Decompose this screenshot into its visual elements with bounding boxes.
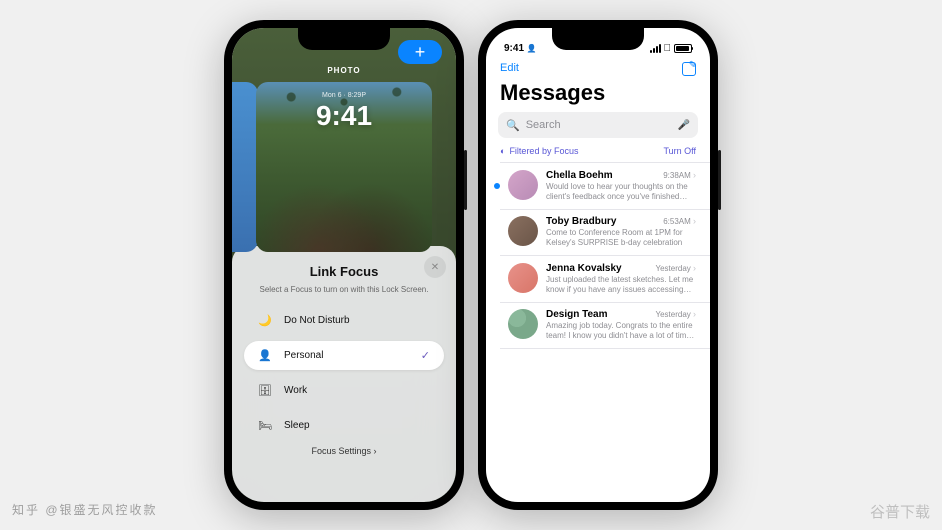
thread-time: Yesterday › bbox=[655, 263, 696, 273]
unread-dot bbox=[494, 183, 500, 189]
thread-time: Yesterday › bbox=[655, 309, 696, 319]
page-title: Messages bbox=[486, 78, 710, 112]
nav-bar: Edit bbox=[486, 56, 710, 78]
thread-name: Chella Boehm bbox=[546, 170, 613, 181]
notch bbox=[552, 28, 644, 50]
focus-option-label: Do Not Disturb bbox=[284, 315, 350, 326]
turn-off-button[interactable]: Turn Off bbox=[663, 146, 696, 156]
watermarks: 知乎 @银盛无风控收款 谷普下载 bbox=[0, 501, 942, 522]
avatar bbox=[508, 170, 538, 200]
thread-row[interactable]: Design Team Yesterday › Amazing job today.… bbox=[486, 302, 710, 348]
chevron-right-icon: › bbox=[693, 170, 696, 180]
thread-preview: Come to Conference Room at 1PM for Kelse… bbox=[546, 228, 696, 248]
battery-icon bbox=[674, 44, 692, 53]
focus-indicator-icon: 👤 bbox=[527, 44, 537, 53]
edit-button[interactable]: Edit bbox=[500, 62, 519, 76]
focus-option-icon: 👤 bbox=[258, 349, 272, 362]
focus-option-icon: 🗄 bbox=[258, 384, 272, 397]
thread-name: Jenna Kovalsky bbox=[546, 263, 622, 274]
focus-sheet-title: Link Focus bbox=[244, 264, 444, 279]
search-icon: 🔍 bbox=[506, 119, 520, 132]
focus-option-do-not-disturb[interactable]: 🌙 Do Not Disturb bbox=[244, 306, 444, 335]
focus-option-personal[interactable]: 👤 Personal ✓ bbox=[244, 341, 444, 370]
thread-row[interactable]: Chella Boehm 9:38AM › Would love to hear y… bbox=[486, 163, 710, 209]
thread-row[interactable]: Toby Bradbury 6:53AM › Come to Conference … bbox=[486, 209, 710, 255]
side-button bbox=[718, 150, 721, 210]
chevron-right-icon: › bbox=[693, 263, 696, 273]
thread-preview: Just uploaded the latest sketches. Let m… bbox=[546, 275, 696, 295]
watermark-right: 谷普下载 bbox=[870, 501, 930, 522]
messages-app: 9:41 👤 􀙇 Edit Messages 🔍 Search 🎤 ◐ bbox=[486, 28, 710, 502]
avatar bbox=[508, 309, 538, 339]
chevron-right-icon: › bbox=[693, 216, 696, 226]
phone-right: 9:41 👤 􀙇 Edit Messages 🔍 Search 🎤 ◐ bbox=[478, 20, 718, 510]
focus-option-icon: 🌙 bbox=[258, 314, 272, 327]
chevron-right-icon: › bbox=[693, 309, 696, 319]
search-input[interactable]: 🔍 Search 🎤 bbox=[498, 112, 698, 138]
screen-left: PHOTO Mon 6 · 8:29P 9:41 ✕ Link Focus Se… bbox=[232, 28, 456, 502]
mic-icon[interactable]: 🎤 bbox=[678, 120, 690, 131]
link-focus-sheet: ✕ Link Focus Select a Focus to turn on w… bbox=[232, 246, 456, 502]
compose-icon[interactable] bbox=[682, 62, 696, 76]
wallpaper-prev-peek[interactable] bbox=[232, 82, 258, 252]
lock-screen-editor: PHOTO Mon 6 · 8:29P 9:41 ✕ Link Focus Se… bbox=[232, 28, 456, 502]
focus-option-label: Personal bbox=[284, 350, 323, 361]
photo-header-label: PHOTO bbox=[232, 66, 456, 75]
checkmark-icon: ✓ bbox=[421, 349, 430, 362]
side-button bbox=[464, 150, 467, 210]
focus-filter-bar: ◐ Filtered by Focus Turn Off bbox=[486, 146, 710, 162]
thread-name: Toby Bradbury bbox=[546, 216, 616, 227]
focus-filter-label: Filtered by Focus bbox=[509, 146, 578, 156]
avatar bbox=[508, 263, 538, 293]
notch bbox=[298, 28, 390, 50]
watermark-left: 知乎 @银盛无风控收款 bbox=[12, 501, 158, 522]
thread-preview: Would love to hear your thoughts on the … bbox=[546, 182, 696, 202]
focus-option-label: Sleep bbox=[284, 420, 310, 431]
screen-right: 9:41 👤 􀙇 Edit Messages 🔍 Search 🎤 ◐ bbox=[486, 28, 710, 502]
search-placeholder: Search bbox=[526, 119, 561, 131]
wallpaper-time: 9:41 bbox=[256, 100, 432, 132]
focus-filter-icon: ◐ bbox=[500, 146, 505, 156]
focus-sheet-subtitle: Select a Focus to turn on with this Lock… bbox=[244, 285, 444, 294]
wifi-icon: 􀙇 bbox=[664, 43, 672, 54]
status-time: 9:41 👤 bbox=[504, 43, 537, 54]
thread-time: 9:38AM › bbox=[663, 170, 696, 180]
add-lockscreen-button[interactable] bbox=[398, 40, 442, 64]
focus-option-sleep[interactable]: 🛏 Sleep bbox=[244, 411, 444, 440]
avatar bbox=[508, 216, 538, 246]
focus-settings-link[interactable]: Focus Settings › bbox=[244, 446, 444, 456]
focus-option-icon: 🛏 bbox=[258, 419, 272, 432]
thread-preview: Amazing job today. Congrats to the entir… bbox=[546, 321, 696, 341]
signal-icon bbox=[650, 44, 661, 53]
thread-row[interactable]: Jenna Kovalsky Yesterday › Just uploaded t… bbox=[486, 256, 710, 302]
close-icon[interactable]: ✕ bbox=[424, 256, 446, 278]
thread-time: 6:53AM › bbox=[663, 216, 696, 226]
focus-option-label: Work bbox=[284, 385, 307, 396]
thread-name: Design Team bbox=[546, 309, 608, 320]
wallpaper-preview[interactable]: Mon 6 · 8:29P 9:41 bbox=[256, 82, 432, 252]
focus-option-work[interactable]: 🗄 Work bbox=[244, 376, 444, 405]
phone-left: PHOTO Mon 6 · 8:29P 9:41 ✕ Link Focus Se… bbox=[224, 20, 464, 510]
wallpaper-date: Mon 6 · 8:29P bbox=[256, 92, 432, 99]
